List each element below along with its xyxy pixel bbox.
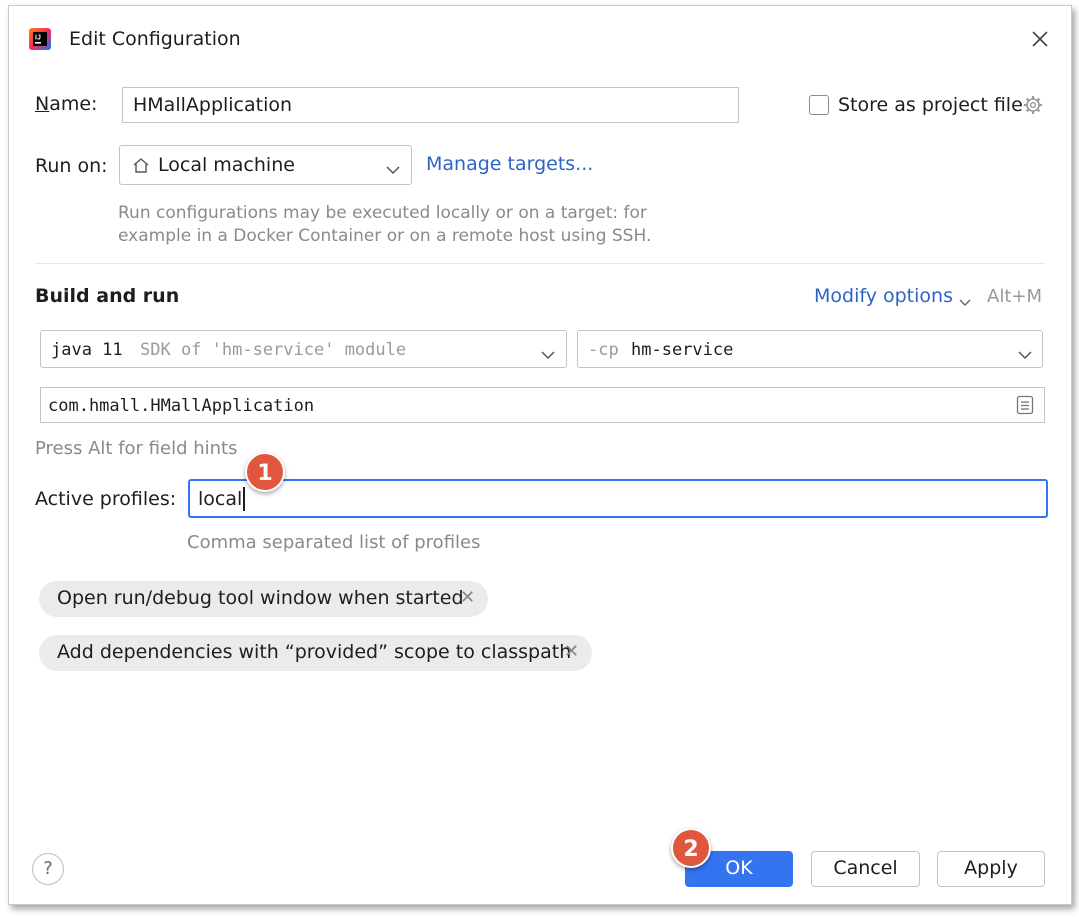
- main-class-input[interactable]: com.hmall.HMallApplication: [40, 387, 1045, 423]
- sdk-java-version: java 11: [51, 340, 123, 360]
- sdk-description: SDK of 'hm-service' module: [140, 340, 407, 360]
- text-cursor: [243, 487, 245, 511]
- run-on-hint-line1: Run configurations may be executed local…: [118, 203, 647, 223]
- edit-configuration-dialog: IJ Edit Configuration Name: HMallApplica…: [8, 5, 1072, 905]
- field-hints-text: Press Alt for field hints: [35, 438, 238, 459]
- cp-flag: -cp: [588, 340, 619, 360]
- modify-options-link[interactable]: Modify options: [814, 285, 953, 307]
- gear-icon[interactable]: [1022, 94, 1044, 116]
- run-on-label: Run on:: [35, 155, 108, 177]
- step-2-badge: 2: [671, 828, 711, 868]
- sdk-select[interactable]: java 11 SDK of 'hm-service' module: [40, 330, 567, 368]
- modify-options-shortcut: Alt+M: [987, 286, 1042, 307]
- option-chip: Open run/debug tool window when started …: [39, 581, 488, 617]
- run-on-hint-line2: example in a Docker Container or on a re…: [118, 226, 652, 246]
- store-as-project-file-label: Store as project file: [838, 94, 1023, 116]
- browse-class-icon[interactable]: [1016, 395, 1034, 415]
- chevron-down-icon: [541, 345, 555, 364]
- build-and-run-heading: Build and run: [35, 285, 180, 307]
- run-on-select[interactable]: Local machine: [119, 145, 412, 185]
- chevron-down-icon: [386, 160, 400, 179]
- intellij-idea-icon: IJ: [29, 28, 51, 50]
- active-profiles-label: Active profiles:: [35, 488, 177, 510]
- option-chip: Add dependencies with “provided” scope t…: [39, 635, 592, 671]
- active-profiles-hint: Comma separated list of profiles: [187, 532, 481, 553]
- home-icon: [132, 156, 150, 174]
- help-button[interactable]: ?: [32, 853, 64, 885]
- step-1-badge: 1: [245, 452, 285, 492]
- name-label: Name:: [35, 93, 98, 115]
- dialog-title: Edit Configuration: [69, 28, 241, 50]
- apply-button[interactable]: Apply: [937, 851, 1045, 887]
- chevron-down-icon: [959, 292, 971, 311]
- name-input[interactable]: HMallApplication: [122, 87, 739, 123]
- run-on-value: Local machine: [158, 154, 295, 176]
- store-as-project-file-checkbox[interactable]: [809, 95, 829, 115]
- close-icon[interactable]: [1027, 26, 1053, 52]
- manage-targets-link[interactable]: Manage targets...: [426, 153, 593, 175]
- section-divider: [35, 263, 1045, 264]
- close-icon[interactable]: ✕: [564, 641, 579, 662]
- active-profiles-input[interactable]: local: [188, 479, 1048, 518]
- cancel-button[interactable]: Cancel: [811, 851, 920, 887]
- chevron-down-icon: [1018, 345, 1032, 364]
- svg-text:IJ: IJ: [35, 35, 41, 42]
- cp-module: hm-service: [631, 340, 734, 360]
- close-icon[interactable]: ✕: [460, 587, 475, 608]
- classpath-module-select[interactable]: -cp hm-service: [577, 330, 1043, 368]
